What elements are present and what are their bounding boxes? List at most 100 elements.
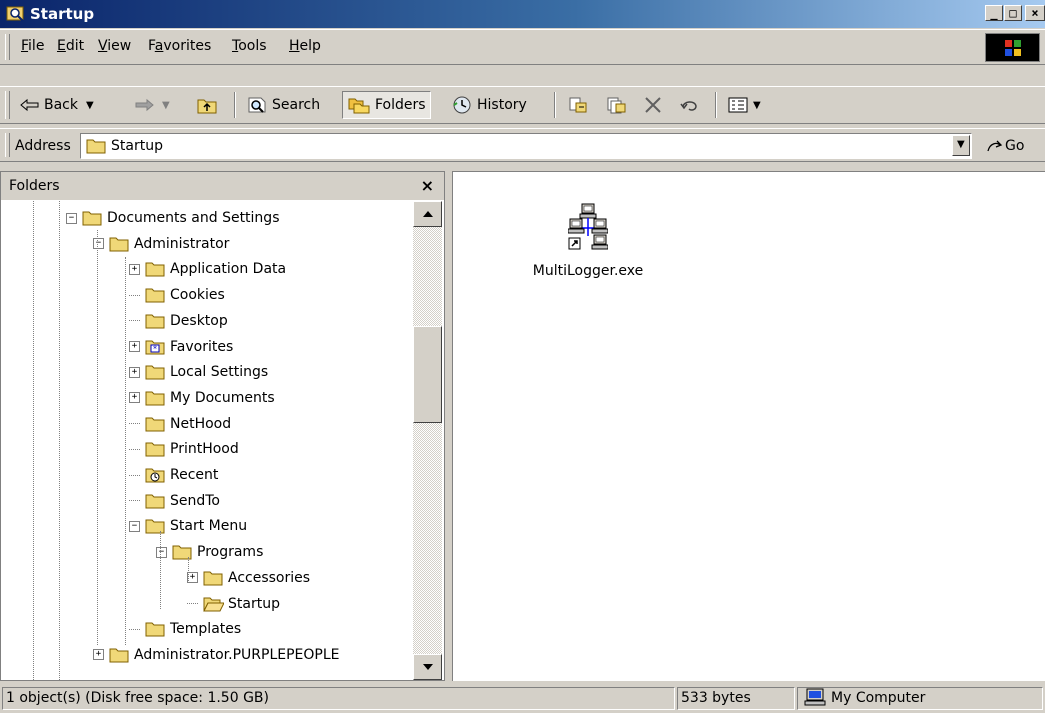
close-button[interactable]: ×: [1025, 5, 1045, 21]
file-list-pane[interactable]: MultiLogger.exe: [452, 171, 1045, 681]
tree-item[interactable]: + Local Settings: [129, 359, 268, 385]
folder-tree-scrollbar[interactable]: [413, 201, 442, 680]
close-icon[interactable]: ×: [421, 176, 434, 195]
collapse-icon[interactable]: −: [93, 238, 104, 250]
tree-connector: [129, 628, 140, 630]
folder-icon: [82, 211, 102, 226]
up-folder-button[interactable]: [196, 91, 222, 119]
menu-view[interactable]: View: [98, 38, 131, 54]
my-computer-icon: [804, 688, 826, 706]
tree-item-label: Cookies: [170, 287, 225, 304]
tree-item[interactable]: − Administrator: [93, 231, 229, 257]
delete-button[interactable]: [643, 91, 667, 119]
tree-item[interactable]: + Administrator.PURPLEPEOPLE: [93, 642, 340, 668]
copy-to-button[interactable]: [605, 91, 631, 119]
collapse-icon[interactable]: −: [129, 520, 140, 532]
tree-item-label: Local Settings: [170, 364, 269, 381]
title-bar[interactable]: Startup _ □ ×: [0, 0, 1045, 28]
menu-favorites[interactable]: Favorites: [148, 38, 211, 54]
menu-help-rest: elp: [299, 38, 321, 54]
forward-button[interactable]: ▼: [134, 91, 170, 119]
go-label: Go: [1005, 138, 1025, 154]
tree-item-label: Programs: [197, 544, 264, 561]
views-dropdown-icon[interactable]: ▼: [753, 100, 761, 111]
address-dropdown-button[interactable]: ▼: [952, 135, 970, 156]
tree-item[interactable]: + Application Data: [129, 256, 286, 282]
tree-item[interactable]: + Accessories: [187, 565, 310, 591]
address-grip[interactable]: [5, 133, 10, 157]
status-object-count: 1 object(s) (Disk free space: 1.50 GB): [2, 687, 675, 710]
menu-tools-rest: ools: [238, 38, 267, 54]
back-button[interactable]: Back ▼: [20, 91, 94, 119]
maximize-button[interactable]: □: [1004, 5, 1022, 21]
maximize-icon: □: [1009, 6, 1017, 20]
tree-item[interactable]: − Documents and Settings: [66, 205, 279, 231]
menu-edit[interactable]: Edit: [57, 38, 84, 54]
collapse-icon[interactable]: −: [66, 212, 77, 224]
folders-icon: [348, 98, 370, 114]
move-to-button[interactable]: [567, 91, 593, 119]
folder-icon: [145, 442, 165, 457]
expand-icon[interactable]: +: [129, 341, 140, 352]
collapse-icon[interactable]: −: [156, 546, 167, 558]
tree-item-label: Accessories: [228, 569, 311, 586]
tree-item[interactable]: SendTo: [129, 488, 220, 514]
tree-item-label: Startup: [228, 595, 280, 612]
undo-icon: [680, 101, 697, 111]
search-button[interactable]: Search: [246, 91, 320, 119]
scroll-up-button[interactable]: [413, 201, 442, 227]
folders-button[interactable]: Folders: [342, 91, 431, 119]
minimize-button[interactable]: _: [985, 5, 1003, 21]
file-item[interactable]: MultiLogger.exe: [523, 202, 653, 280]
tree-item[interactable]: − Programs: [156, 539, 263, 565]
menu-bar: File Edit View Favorites Tools Help: [0, 29, 1045, 65]
tree-item[interactable]: Templates: [129, 616, 241, 642]
go-button[interactable]: Go: [985, 137, 1024, 155]
tree-item-label: NetHood: [170, 415, 232, 432]
tree-item[interactable]: Recent: [129, 462, 218, 488]
tree-item[interactable]: + My Documents: [129, 385, 275, 411]
tree-item[interactable]: NetHood: [129, 411, 231, 437]
folder-icon: [203, 571, 223, 586]
tree-item[interactable]: Startup: [187, 591, 280, 617]
history-button[interactable]: History: [451, 91, 527, 119]
back-dropdown-icon[interactable]: ▼: [86, 100, 94, 111]
tree-item[interactable]: Desktop: [129, 308, 228, 334]
expand-icon[interactable]: +: [129, 366, 140, 378]
window-title: Startup: [30, 5, 95, 23]
menu-tools[interactable]: Tools: [232, 38, 267, 54]
move-to-icon: [569, 97, 587, 113]
explorer-search-icon: [6, 6, 24, 22]
tree-item[interactable]: Cookies: [129, 282, 225, 308]
tree-item[interactable]: − Start Menu: [129, 513, 247, 539]
tree-connector: [129, 423, 140, 425]
scroll-down-button[interactable]: [413, 654, 442, 680]
views-button[interactable]: ▼: [727, 91, 761, 119]
menu-help[interactable]: Help: [289, 38, 321, 54]
scroll-thumb[interactable]: [413, 326, 442, 423]
search-icon: [248, 97, 266, 113]
menu-file[interactable]: File: [21, 38, 44, 54]
tree-item-label: PrintHood: [170, 441, 239, 458]
history-label: History: [477, 97, 527, 113]
address-input[interactable]: Startup ▼: [80, 133, 972, 159]
undo-button[interactable]: [679, 91, 705, 119]
tree-connector: [129, 294, 140, 296]
menu-favorites-rest: vorites: [163, 38, 212, 54]
folder-icon: [145, 622, 165, 637]
folder-icon: [145, 519, 165, 534]
favorites-folder-icon: *: [145, 340, 165, 354]
tree-item[interactable]: + * Favorites: [129, 334, 233, 360]
address-value: Startup: [111, 138, 163, 154]
expand-icon[interactable]: +: [129, 263, 140, 275]
pane-splitter[interactable]: [445, 171, 452, 681]
menu-bar-grip[interactable]: [5, 34, 10, 60]
expand-icon[interactable]: +: [93, 649, 104, 661]
toolbar-grip[interactable]: [5, 91, 10, 119]
forward-dropdown-icon[interactable]: ▼: [162, 100, 170, 111]
standard-toolbar: Back ▼ ▼ Search Folders History ▼: [0, 86, 1045, 124]
tree-item[interactable]: PrintHood: [129, 436, 239, 462]
copy-to-icon: [607, 97, 626, 114]
network-computers-icon: [567, 203, 609, 250]
expand-icon[interactable]: +: [129, 392, 140, 404]
